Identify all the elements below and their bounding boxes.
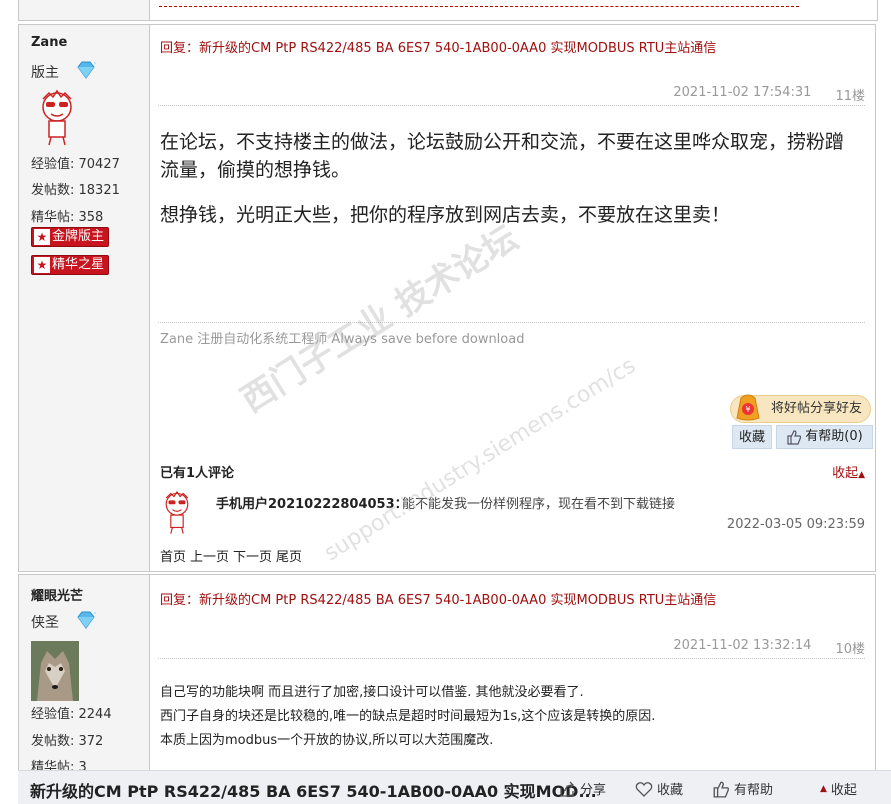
svg-text:¥: ¥ xyxy=(745,405,750,414)
comment-pager: 首页 上一页 下一页 尾页 xyxy=(160,546,302,565)
pager-prev[interactable]: 上一页 xyxy=(190,546,229,565)
post-date: 2021-11-02 13:32:14 xyxy=(673,638,812,653)
avatar[interactable] xyxy=(31,641,79,701)
post-title[interactable]: 回复：新升级的CM PtP RS422/485 BA 6ES7 540-1AB0… xyxy=(160,589,716,608)
pager-first[interactable]: 首页 xyxy=(160,546,186,565)
collapse-comments-button[interactable]: 收起▲ xyxy=(832,462,865,481)
user-post-count: 发帖数: 18321 xyxy=(31,183,120,198)
thumbs-up-icon xyxy=(713,781,729,798)
commenter-name[interactable]: 手机用户20210222804053： xyxy=(216,493,408,512)
user-signature: Zane 注册自动化系统工程师 Always save before downl… xyxy=(160,332,525,347)
post-body-line: 本质上因为modbus一个开放的协议,所以可以大范围魔改. xyxy=(160,733,494,748)
badge-gold-moderator: ★ 金牌版主 xyxy=(31,227,110,247)
signature-divider xyxy=(158,322,865,323)
share-button[interactable]: 分享 xyxy=(558,779,606,798)
badge-essence-star: ★ 精华之星 xyxy=(31,255,110,275)
user-exp: 经验值: 70427 xyxy=(31,157,120,172)
share-to-friends-button[interactable]: ¥ 将好帖分享好友 xyxy=(729,394,871,423)
diamond-icon xyxy=(77,61,97,79)
post-body-line: 自己写的功能块啊 而且进行了加密,接口设计可以借鉴. 其他就没必要看了. xyxy=(160,685,584,700)
previous-post-remnant xyxy=(18,0,878,21)
username[interactable]: Zane xyxy=(31,35,67,50)
star-icon: ★ xyxy=(34,257,50,273)
post-meta: 2021-11-02 13:32:14 10楼 xyxy=(673,638,865,657)
helpful-button[interactable]: 有帮助(0) xyxy=(776,425,873,449)
post-body-paragraph: 想挣钱，光明正大些，把你的程序放到网店去卖，不要放在这里卖！ xyxy=(160,204,731,226)
post-content: 回复：新升级的CM PtP RS422/485 BA 6ES7 540-1AB0… xyxy=(150,25,875,571)
collect-button[interactable]: 收藏 xyxy=(732,425,772,449)
triangle-up-icon: ▲ xyxy=(820,783,827,794)
post-body-paragraph: 在论坛，不支持楼主的做法，论坛鼓励公开和交流，不要在这里哗众取宠，捞粉蹭流量，偷… xyxy=(160,131,845,181)
comments-header: 已有1人评论 xyxy=(160,466,235,481)
user-rank: 版主 xyxy=(31,65,59,81)
pager-last[interactable]: 尾页 xyxy=(276,546,302,565)
triangle-up-icon: ▲ xyxy=(858,470,865,480)
star-icon: ★ xyxy=(34,229,50,245)
forum-post-10: 耀眼光芒 侠圣 经验值: 2244 发帖数: 372 精华帖: 3 回复：新升级… xyxy=(18,574,876,775)
helpful-button[interactable]: 有帮助 xyxy=(712,779,773,798)
pager-next[interactable]: 下一页 xyxy=(233,546,272,565)
post-date: 2021-11-02 17:54:31 xyxy=(673,85,812,100)
user-exp: 经验值: 2244 xyxy=(31,707,112,722)
divider xyxy=(158,658,865,659)
post-meta: 2021-11-02 17:54:31 11楼 xyxy=(673,85,865,104)
thumbs-up-icon xyxy=(787,430,802,445)
share-icon xyxy=(560,781,574,797)
forum-post-11: Zane 版主 经验值: 70427 发帖数: 18321 精华帖: 358 ★… xyxy=(18,24,876,572)
diamond-icon xyxy=(77,611,97,629)
collapse-button[interactable]: ▲ 收起 xyxy=(820,779,857,798)
username[interactable]: 耀眼光芒 xyxy=(31,585,83,604)
collect-button[interactable]: 收藏 xyxy=(635,779,683,798)
previous-post-link-remnant xyxy=(159,0,799,7)
user-rank: 侠圣 xyxy=(31,615,59,631)
comment-date: 2022-03-05 09:23:59 xyxy=(726,517,865,532)
post-content: 回复：新升级的CM PtP RS422/485 BA 6ES7 540-1AB0… xyxy=(150,575,875,773)
user-sidebar: 耀眼光芒 侠圣 经验值: 2244 发帖数: 372 精华帖: 3 xyxy=(19,575,150,775)
divider xyxy=(158,105,865,106)
post-title[interactable]: 回复：新升级的CM PtP RS422/485 BA 6ES7 540-1AB0… xyxy=(160,37,716,56)
post-floor: 11楼 xyxy=(835,89,865,104)
red-envelope-bag-icon: ¥ xyxy=(736,394,760,421)
post-floor: 10楼 xyxy=(835,642,865,657)
user-essence-count: 精华帖: 358 xyxy=(31,210,104,225)
commenter-avatar[interactable] xyxy=(160,488,194,536)
user-sidebar: Zane 版主 经验值: 70427 发帖数: 18321 精华帖: 358 ★… xyxy=(19,25,150,571)
post-body-line: 西门子自身的块还是比较稳的,唯一的缺点是超时时间最短为1s,这个应该是转换的原因… xyxy=(160,709,656,724)
comment-text: 能不能发我一份样例程序，现在看不到下载链接 xyxy=(402,497,676,512)
avatar[interactable] xyxy=(35,87,79,147)
thread-title: 新升级的CM PtP RS422/485 BA 6ES7 540-1AB00-0… xyxy=(30,782,597,801)
heart-icon xyxy=(635,781,653,797)
sticky-bottom-bar: 新升级的CM PtP RS422/485 BA 6ES7 540-1AB00-0… xyxy=(18,770,891,804)
user-post-count: 发帖数: 372 xyxy=(31,734,104,749)
